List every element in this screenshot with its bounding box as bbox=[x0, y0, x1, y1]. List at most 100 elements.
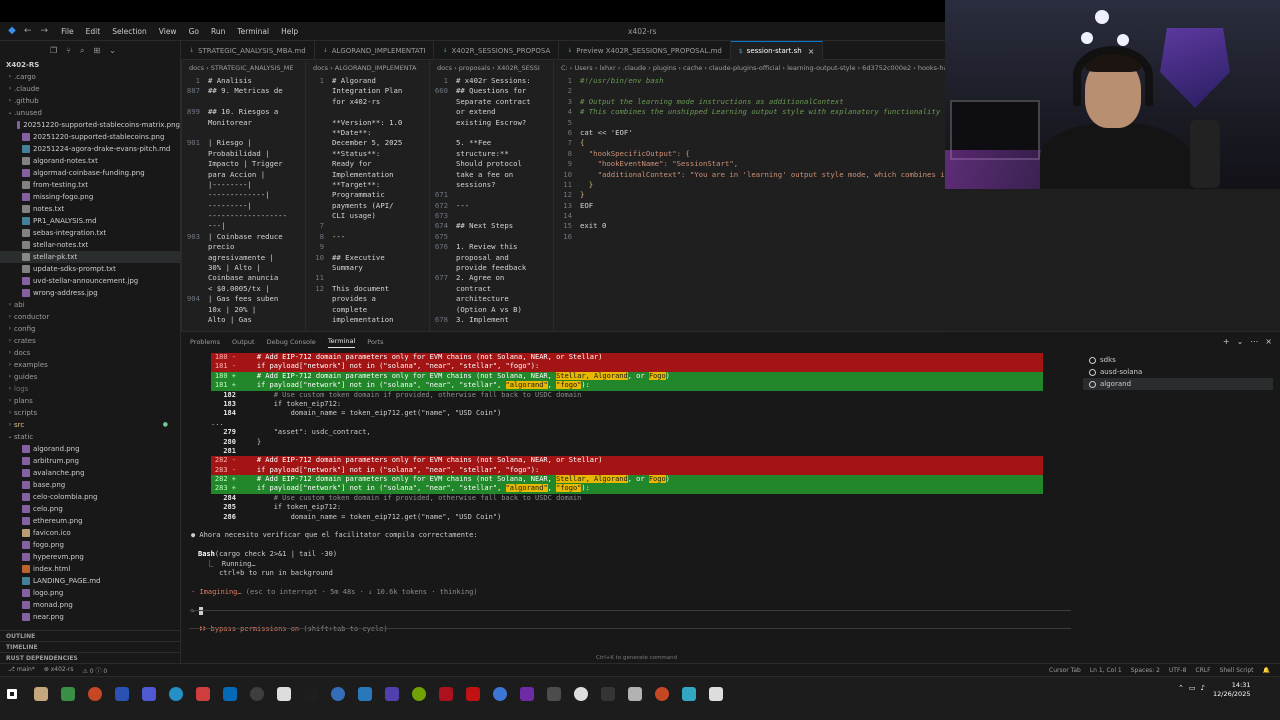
tree-folder[interactable]: ⌄ .unused bbox=[0, 107, 180, 119]
tree-file[interactable]: PR1_ANALYSIS.md bbox=[0, 215, 180, 227]
tree-file[interactable]: celo-colombia.png bbox=[0, 491, 180, 503]
taskbar-app-icon[interactable] bbox=[574, 687, 588, 701]
panel-tab-output[interactable]: Output bbox=[232, 338, 255, 346]
taskbar-app-icon[interactable] bbox=[304, 687, 318, 701]
tree-file[interactable]: sebas-integration.txt bbox=[0, 227, 180, 239]
add-terminal-icon[interactable]: + bbox=[1223, 337, 1230, 346]
tree-folder[interactable]: › scripts bbox=[0, 407, 180, 419]
tab-x402r-sessions-proposa[interactable]: ↓ X402R_SESSIONS_PROPOSA bbox=[434, 41, 560, 60]
network-icon[interactable]: ▭ bbox=[1189, 684, 1196, 692]
tree-folder[interactable]: › abi bbox=[0, 299, 180, 311]
status-item[interactable]: Ln 1, Col 1 bbox=[1090, 667, 1122, 674]
status-item[interactable]: ⚠ 0 ⓘ 0 bbox=[83, 666, 108, 675]
panel-tab-terminal[interactable]: Terminal bbox=[327, 337, 356, 348]
taskbar-app-icon[interactable] bbox=[169, 687, 183, 701]
breadcrumb[interactable]: docs › ALGORAND_IMPLEMENTA bbox=[306, 61, 429, 76]
tree-folder[interactable]: › plans bbox=[0, 395, 180, 407]
timeline-section[interactable]: TIMELINE bbox=[0, 641, 180, 652]
editor-pane-algorand[interactable]: docs › ALGORAND_IMPLEMENTA 1 # Algorand Int… bbox=[305, 61, 429, 331]
status-item[interactable]: Shell Script bbox=[1220, 667, 1254, 674]
tree-file[interactable]: wrong-address.jpg bbox=[0, 287, 180, 299]
tree-file[interactable]: monad.png bbox=[0, 599, 180, 611]
extensions-icon[interactable]: ⊞ bbox=[93, 46, 100, 55]
status-item[interactable]: ⎇ main* bbox=[8, 666, 35, 675]
taskbar-app-icon[interactable] bbox=[439, 687, 453, 701]
menu-terminal[interactable]: Terminal bbox=[237, 27, 269, 36]
tab-algorand-implementati[interactable]: ↓ ALGORAND_IMPLEMENTATI bbox=[315, 41, 435, 60]
tree-folder[interactable]: › config bbox=[0, 323, 180, 335]
breadcrumb[interactable]: docs › proposals › X402R_SESSI bbox=[430, 61, 553, 76]
tab-preview-x402r-sessions-proposal-md[interactable]: ↓ Preview X402R_SESSIONS_PROPOSAL.md bbox=[559, 41, 731, 60]
tree-file[interactable]: uvd-stellar-announcement.jpg bbox=[0, 275, 180, 287]
tree-file[interactable]: update-sdks-prompt.txt bbox=[0, 263, 180, 275]
taskbar-app-icon[interactable] bbox=[115, 687, 129, 701]
tree-file[interactable]: algormad-coinbase-funding.png bbox=[0, 167, 180, 179]
taskbar-app-icon[interactable] bbox=[655, 687, 669, 701]
tree-file[interactable]: base.png bbox=[0, 479, 180, 491]
status-item[interactable]: ⊗ x402-rs bbox=[44, 666, 74, 675]
tree-folder[interactable]: ⌄ static bbox=[0, 431, 180, 443]
terminal-instance[interactable]: algorand bbox=[1083, 378, 1273, 390]
tree-folder[interactable]: › docs bbox=[0, 347, 180, 359]
tree-file[interactable]: stellar-pk.txt bbox=[0, 251, 180, 263]
tree-file[interactable]: 20251220-supported-stablecoins.png bbox=[0, 131, 180, 143]
taskbar-app-icon[interactable] bbox=[547, 687, 561, 701]
editor-pane-session-start[interactable]: C: › Users › lxhxr › .claude › plugins ›… bbox=[553, 61, 945, 331]
tray-chevron-icon[interactable]: ⌃ bbox=[1178, 684, 1184, 692]
tree-folder[interactable]: › logs bbox=[0, 383, 180, 395]
tree-file[interactable]: fogo.png bbox=[0, 539, 180, 551]
tree-file[interactable]: hyperevm.png bbox=[0, 551, 180, 563]
menu-view[interactable]: View bbox=[159, 27, 177, 36]
rust-deps-section[interactable]: RUST DEPENDENCIES bbox=[0, 652, 180, 663]
status-item[interactable]: UTF-8 bbox=[1169, 667, 1187, 674]
tab-session-start-sh[interactable]: $ session-start.sh × bbox=[730, 41, 824, 60]
taskbar-app-icon[interactable] bbox=[520, 687, 534, 701]
terminal-output[interactable]: 180 - # Add EIP-712 domain parameters on… bbox=[181, 353, 1066, 653]
terminal-instance[interactable]: sdks bbox=[1083, 354, 1273, 366]
tree-file[interactable]: logo.png bbox=[0, 587, 180, 599]
chevron-down-icon[interactable]: ⌄ bbox=[109, 46, 116, 55]
taskbar-app-icon[interactable] bbox=[223, 687, 237, 701]
close-panel-icon[interactable]: × bbox=[1265, 337, 1272, 346]
tree-folder[interactable]: › examples bbox=[0, 359, 180, 371]
tree-file[interactable]: avalanche.png bbox=[0, 467, 180, 479]
tree-file[interactable]: ethereum.png bbox=[0, 515, 180, 527]
menu-edit[interactable]: Edit bbox=[86, 27, 101, 36]
taskbar-app-icon[interactable] bbox=[358, 687, 372, 701]
more-actions-icon[interactable]: ⋯ bbox=[1250, 337, 1258, 346]
menu-help[interactable]: Help bbox=[281, 27, 298, 36]
tree-folder[interactable]: › conductor bbox=[0, 311, 180, 323]
taskbar-app-icon[interactable] bbox=[385, 687, 399, 701]
tree-file[interactable]: algorand-notes.txt bbox=[0, 155, 180, 167]
breadcrumb[interactable]: C: › Users › lxhxr › .claude › plugins ›… bbox=[554, 61, 945, 76]
tree-file[interactable]: from-testing.txt bbox=[0, 179, 180, 191]
panel-tab-debug-console[interactable]: Debug Console bbox=[267, 338, 316, 346]
clock[interactable]: 14:31 12/26/2025 bbox=[1213, 681, 1250, 699]
status-item[interactable]: CRLF bbox=[1195, 667, 1210, 674]
panel-tab-ports[interactable]: Ports bbox=[367, 338, 383, 346]
tree-file[interactable]: near.png bbox=[0, 611, 180, 623]
taskbar-app-icon[interactable] bbox=[601, 687, 615, 701]
tree-file[interactable]: celo.png bbox=[0, 503, 180, 515]
tree-file[interactable]: notes.txt bbox=[0, 203, 180, 215]
bypass-permissions[interactable]: ⏵⏵ bypass permissions on (shift+tab to c… bbox=[191, 625, 1066, 634]
taskbar-app-icon[interactable] bbox=[412, 687, 426, 701]
panel-tab-problems[interactable]: Problems bbox=[190, 338, 220, 346]
tree-file[interactable]: stellar-notes.txt bbox=[0, 239, 180, 251]
volume-icon[interactable]: ♪ bbox=[1201, 684, 1205, 692]
menu-file[interactable]: File bbox=[61, 27, 74, 36]
tree-folder[interactable]: › .github bbox=[0, 95, 180, 107]
editor-pane-strategic[interactable]: docs › STRATEGIC_ANALYSIS_ME 1 # Analisis 8… bbox=[181, 61, 305, 331]
tree-folder[interactable]: › src ● bbox=[0, 419, 180, 431]
status-item[interactable]: Spaces: 2 bbox=[1131, 667, 1160, 674]
taskbar-app-icon[interactable] bbox=[466, 687, 480, 701]
tree-file[interactable]: 20251224-agora-drake-evans-pitch.md bbox=[0, 143, 180, 155]
taskbar-app-icon[interactable] bbox=[196, 687, 210, 701]
tree-file[interactable]: LANDING_PAGE.md bbox=[0, 575, 180, 587]
taskbar-app-icon[interactable] bbox=[682, 687, 696, 701]
tree-file[interactable]: missing-fogo.png bbox=[0, 191, 180, 203]
menu-run[interactable]: Run bbox=[211, 27, 225, 36]
status-item[interactable]: Cursor Tab bbox=[1049, 667, 1081, 674]
taskbar-app-icon[interactable] bbox=[142, 687, 156, 701]
editor-pane-sessions[interactable]: docs › proposals › X402R_SESSI 1 # x402r S… bbox=[429, 61, 553, 331]
